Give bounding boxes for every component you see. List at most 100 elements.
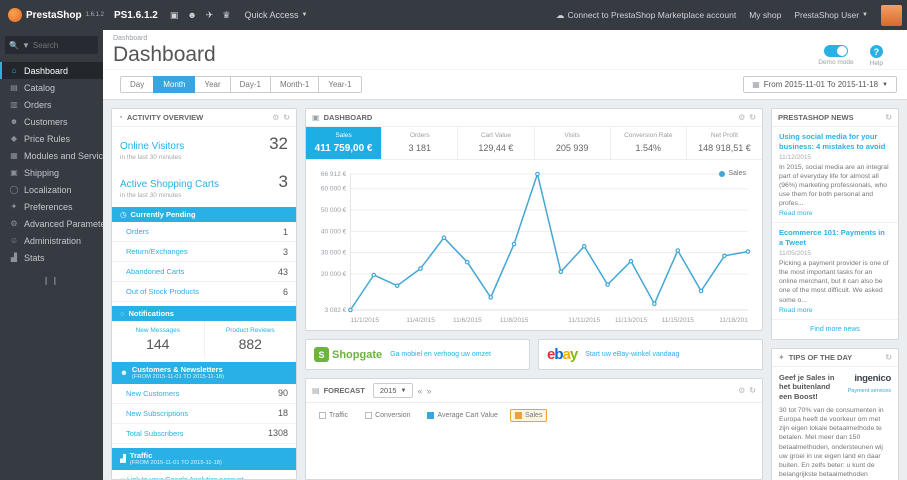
kpi-sales[interactable]: Sales 411 759,00 €: [306, 127, 383, 159]
refresh-icon[interactable]: ↻: [885, 113, 892, 122]
sidebar-item-customers[interactable]: ☻ Customers: [0, 113, 103, 130]
sidebar-item-orders[interactable]: ▥ Orders: [0, 96, 103, 113]
toggle-traffic[interactable]: Traffic: [314, 409, 353, 422]
refresh-icon[interactable]: ↻: [283, 113, 290, 122]
kpi-conversion-rate[interactable]: Conversion Rate 1.54%: [611, 127, 687, 159]
sidebar-item-stats[interactable]: ▟ Stats: [0, 249, 103, 266]
google-analytics-link[interactable]: ∞ Link to your Google Analytics account: [112, 470, 296, 479]
gear-icon[interactable]: ⚙: [272, 113, 279, 122]
avatar[interactable]: [881, 4, 902, 26]
new-messages-cell[interactable]: New Messages 144: [112, 321, 205, 358]
range-day-button[interactable]: Day: [120, 76, 155, 93]
sidebar-item-label: Stats: [24, 252, 45, 263]
new-customers-row[interactable]: New Customers 90: [112, 384, 296, 404]
cart-icon[interactable]: ▣: [170, 10, 179, 21]
kpi-orders[interactable]: Orders 3 181: [382, 127, 459, 159]
forecast-year-select[interactable]: 2015 ▼: [372, 383, 414, 398]
refresh-icon[interactable]: ↻: [885, 353, 892, 362]
my-shop-link[interactable]: My shop: [749, 10, 781, 20]
kpi-cart-value[interactable]: Cart Value 129,44 €: [458, 127, 535, 159]
range-day-1-button[interactable]: Day-1: [229, 76, 271, 93]
date-range-picker[interactable]: ▦ From 2015-11-01 To 2015-11-18 ▼: [743, 76, 897, 93]
sidebar-item-price-rules[interactable]: ◆ Price Rules: [0, 130, 103, 147]
preferences-icon: ✦: [10, 202, 18, 211]
marketplace-connect-link[interactable]: ☁ Connect to PrestaShop Marketplace acco…: [556, 10, 736, 21]
sidebar-item-catalog[interactable]: ▤ Catalog: [0, 79, 103, 96]
sidebar-item-shipping[interactable]: ▣ Shipping: [0, 164, 103, 181]
range-month-button[interactable]: Month: [153, 76, 196, 93]
sidebar-item-advanced-parameters[interactable]: ⚙ Advanced Parameters: [0, 215, 103, 232]
product-reviews-cell[interactable]: Product Reviews 882: [205, 321, 297, 358]
kpi-visits[interactable]: Visits 205 939: [535, 127, 611, 159]
shopgate-promo-card[interactable]: S Shopgate Ga mobiel en verhoog uw omzet: [305, 339, 530, 370]
ebay-promo-card[interactable]: ebay Start uw eBay-winkel vandaag: [538, 339, 763, 370]
sidebar-search[interactable]: 🔍 ▼: [5, 36, 98, 54]
sidebar-item-dashboard[interactable]: ⌂ Dashboard: [0, 62, 103, 79]
gear-icon[interactable]: ⚙: [738, 113, 745, 122]
row-value: 6: [282, 286, 288, 297]
quick-access-menu[interactable]: Quick Access ▼: [244, 10, 307, 20]
find-more-news-link[interactable]: Find more news: [772, 320, 898, 339]
read-more-link[interactable]: Read more: [779, 307, 891, 314]
news-article-title[interactable]: Using social media for your business: 4 …: [779, 132, 891, 152]
help-label: Help: [869, 60, 883, 67]
breadcrumb[interactable]: Dashboard: [113, 35, 897, 42]
news-article-title[interactable]: Ecommerce 101: Payments in a Tweet: [779, 228, 891, 248]
sidebar-item-label: Orders: [24, 99, 52, 110]
kpi-label: Cart Value: [480, 132, 512, 139]
gear-icon[interactable]: ⚙: [738, 386, 745, 395]
total-subscribers-row[interactable]: Total Subscribers 1308: [112, 424, 296, 444]
traffic-header: ▟ Traffic (FROM 2015-11-01 TO 2015-11-18…: [112, 447, 296, 470]
sidebar-item-localization[interactable]: ◯ Localization: [0, 181, 103, 198]
chevron-down-icon: ▼: [400, 387, 407, 394]
abandoned-carts-row[interactable]: Abandoned Carts 43: [112, 262, 296, 282]
trophy-icon[interactable]: ♛: [222, 10, 230, 21]
range-year-1-button[interactable]: Year-1: [318, 76, 362, 93]
activity-overview-panel: ◔ ACTIVITY OVERVIEW ⚙ ↻ Online Visitors …: [111, 108, 297, 480]
chevron-down-icon[interactable]: ▼: [22, 41, 30, 50]
search-input[interactable]: [32, 40, 91, 50]
cell-label: New Messages: [135, 327, 180, 334]
pending-orders-row[interactable]: Orders 1: [112, 222, 296, 242]
news-article-date: 11/12/2015: [779, 153, 812, 161]
sidebar-item-modules[interactable]: ▦ Modules and Services: [0, 147, 103, 164]
prestashop-logo[interactable]: PrestaShop 1.6.1.2: [0, 8, 104, 22]
help-icon[interactable]: ?: [869, 45, 883, 58]
clock-icon: ◷: [120, 210, 127, 219]
kpi-net-profit[interactable]: Net Profit 148 918,51 €: [687, 127, 762, 159]
range-button-group: Day Month Year Day-1 Month-1 Year-1: [120, 76, 362, 93]
range-month-1-button[interactable]: Month-1: [269, 76, 320, 93]
toggle-average-cart-value[interactable]: Average Cart Value: [422, 409, 502, 422]
sidebar-item-preferences[interactable]: ✦ Preferences: [0, 198, 103, 215]
range-year-button[interactable]: Year: [194, 76, 231, 93]
new-subscriptions-row[interactable]: New Subscriptions 18: [112, 404, 296, 424]
pending-returns-row[interactable]: Return/Exchanges 3: [112, 242, 296, 262]
sales-chart-area: Sales 66 912 € 60 000 € 50 000 € 40 000 € 30…: [306, 160, 762, 330]
toggle-sales[interactable]: Sales: [509, 409, 548, 422]
main-area: Dashboard Dashboard Demo mode ? Help Day: [103, 30, 907, 480]
out-of-stock-row[interactable]: Out of Stock Products 6: [112, 282, 296, 302]
svg-text:60 000 €: 60 000 €: [321, 186, 347, 193]
active-carts-label[interactable]: Active Shopping Carts: [120, 179, 279, 190]
refresh-icon[interactable]: ↻: [749, 386, 756, 395]
user-menu[interactable]: PrestaShop User ▼: [794, 10, 868, 20]
forecast-next-button[interactable]: »: [426, 386, 431, 396]
profile-icon[interactable]: ☻: [187, 10, 196, 21]
rocket-icon[interactable]: ✈: [206, 10, 214, 21]
sidebar-item-administration[interactable]: ☺ Administration: [0, 232, 103, 249]
demo-mode-toggle[interactable]: [823, 45, 848, 57]
top-bar: PrestaShop 1.6.1.2 PS1.6.1.2 ▣ ☻ ✈ ♛ Qui…: [0, 0, 907, 30]
shopgate-promo-link[interactable]: Ga mobiel en verhoog uw omzet: [390, 351, 491, 358]
toggle-conversion[interactable]: Conversion: [360, 409, 415, 422]
online-visitors-label[interactable]: Online Visitors: [120, 141, 269, 152]
svg-text:20 000 €: 20 000 €: [321, 271, 347, 278]
kpi-row: Sales 411 759,00 € Orders 3 181 Cart Val…: [306, 127, 762, 160]
sidebar-collapse-button[interactable]: ❙❙: [0, 276, 103, 285]
quick-access-label: Quick Access: [244, 10, 299, 20]
forecast-prev-button[interactable]: «: [417, 386, 422, 396]
read-more-link[interactable]: Read more: [779, 210, 891, 217]
svg-text:11/8/2015: 11/8/2015: [500, 317, 529, 324]
refresh-icon[interactable]: ↻: [749, 113, 756, 122]
prestashop-logo-icon: [8, 8, 22, 22]
ebay-promo-link[interactable]: Start uw eBay-winkel vandaag: [585, 351, 679, 358]
